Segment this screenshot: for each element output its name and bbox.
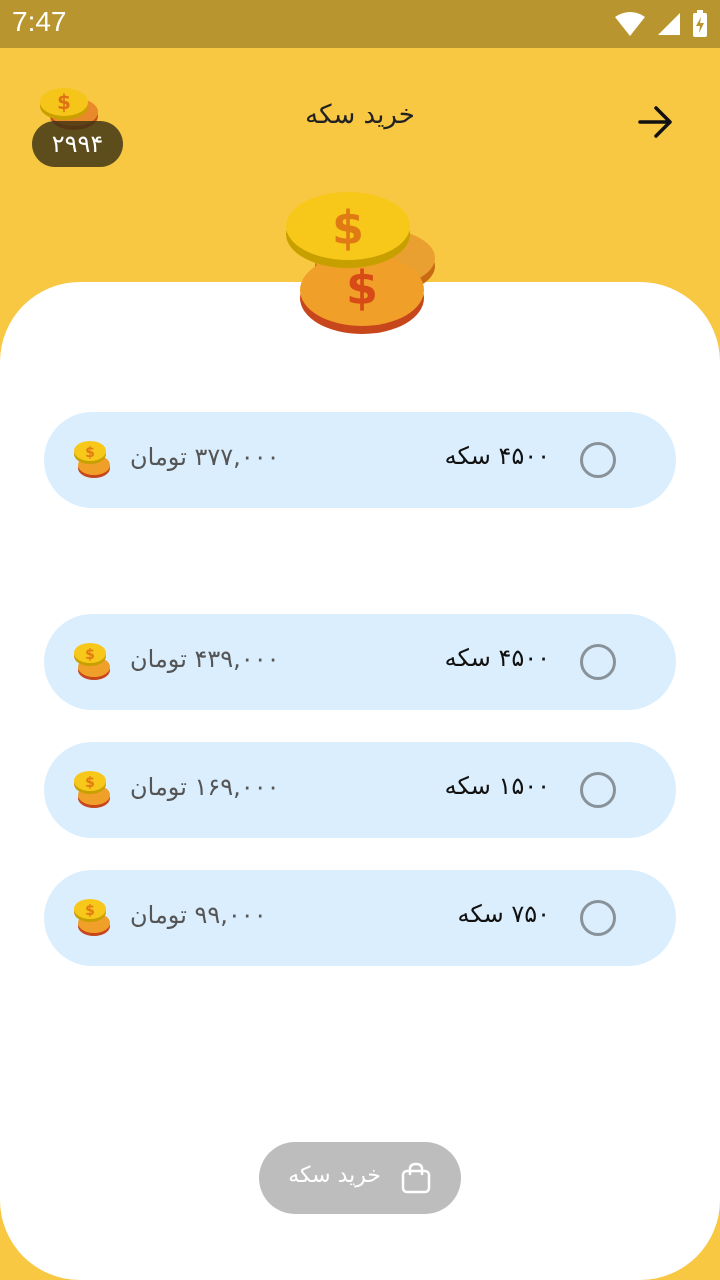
- svg-text:$: $: [85, 647, 95, 663]
- radio-unchecked-icon[interactable]: [580, 644, 616, 680]
- svg-text:$: $: [332, 201, 364, 255]
- coin-stack-icon: $: [74, 899, 110, 936]
- svg-text:$: $: [85, 775, 95, 791]
- buy-button-label: خرید سکه: [288, 1163, 381, 1188]
- buy-coins-button[interactable]: خرید سکه: [259, 1142, 461, 1214]
- package-option[interactable]: $ ۳۷۷,۰۰۰ تومان ۴۵۰۰ سکه: [44, 412, 676, 508]
- package-coins: ۷۵۰ سکه: [457, 900, 550, 928]
- radio-unchecked-icon[interactable]: [580, 900, 616, 936]
- package-coins: ۴۵۰۰ سکه: [444, 644, 550, 672]
- package-option[interactable]: $ ۴۳۹,۰۰۰ تومان ۴۵۰۰ سکه: [44, 614, 676, 710]
- signal-icon: [658, 13, 680, 35]
- radio-unchecked-icon[interactable]: [580, 772, 616, 808]
- package-price: ۳۷۷,۰۰۰ تومان: [130, 443, 280, 471]
- package-option[interactable]: $ ۹۹,۰۰۰ تومان ۷۵۰ سکه: [44, 870, 676, 966]
- package-price: ۴۳۹,۰۰۰ تومان: [130, 645, 280, 673]
- package-price: ۱۶۹,۰۰۰ تومان: [130, 773, 280, 801]
- arrow-right-icon: [638, 106, 672, 138]
- package-coins: ۴۵۰۰ سکه: [444, 442, 550, 470]
- coin-stack-icon: $: [74, 441, 110, 478]
- svg-text:$: $: [85, 445, 95, 461]
- status-icons: [614, 10, 708, 38]
- coin-stack-icon: $: [74, 771, 110, 808]
- coin-stack-icon: $: [74, 643, 110, 680]
- package-price: ۹۹,۰۰۰ تومان: [130, 901, 267, 929]
- page-title: خرید سکه: [305, 100, 415, 130]
- status-bar: 7:47: [0, 0, 720, 48]
- back-button[interactable]: [634, 102, 678, 142]
- package-option[interactable]: $ ۱۶۹,۰۰۰ تومان ۱۵۰۰ سکه: [44, 742, 676, 838]
- status-time: 7:47: [12, 6, 67, 37]
- shopping-bag-icon: [401, 1162, 431, 1194]
- header: $ ۲۹۹۴ خرید سکه: [0, 48, 720, 188]
- radio-unchecked-icon[interactable]: [580, 442, 616, 478]
- coin-stack-icon: $ $: [286, 192, 435, 334]
- package-coins: ۱۵۰۰ سکه: [444, 772, 550, 800]
- wifi-icon: [615, 12, 645, 36]
- svg-text:$: $: [346, 261, 378, 315]
- svg-text:$: $: [85, 903, 95, 919]
- battery-icon: [693, 10, 707, 37]
